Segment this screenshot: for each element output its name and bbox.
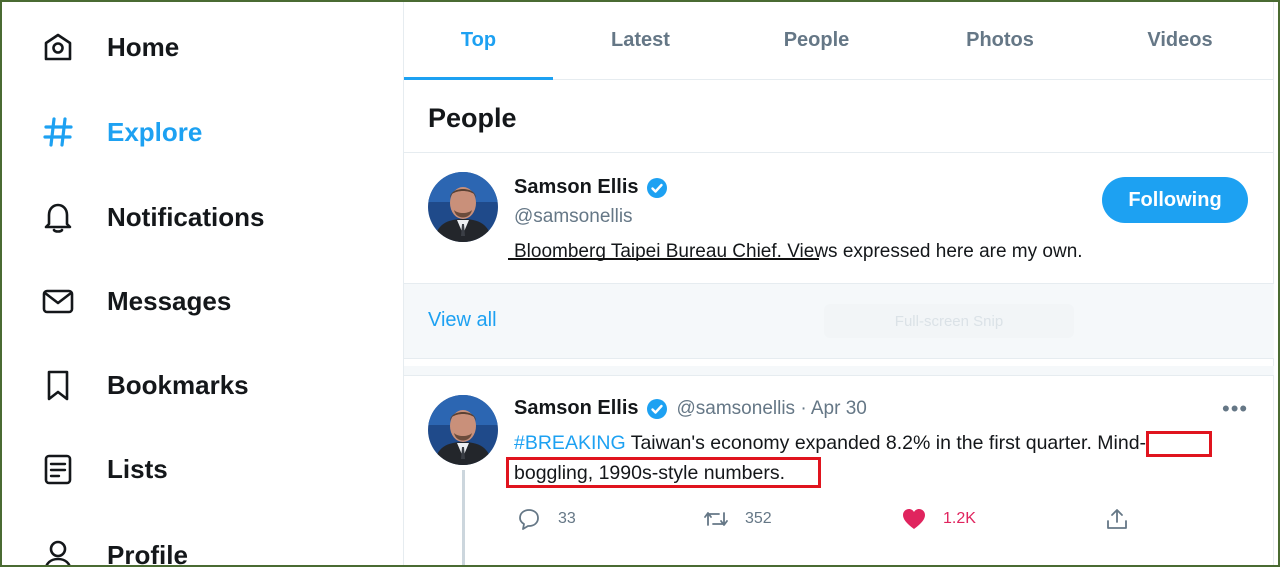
thread-line xyxy=(462,470,465,567)
divider xyxy=(404,152,1274,153)
search-results-column: Top Latest People Photos Videos People S… xyxy=(404,0,1274,567)
more-options-icon[interactable]: ••• xyxy=(1222,396,1248,422)
sidebar-item-home[interactable]: Home xyxy=(40,22,179,72)
bookmark-icon xyxy=(40,367,76,403)
tweet-text-line1: #BREAKING Taiwan's economy expanded 8.2%… xyxy=(514,432,1146,455)
sidebar: Home Explore Notifications Messages Book… xyxy=(0,0,404,567)
sidebar-item-label: Bookmarks xyxy=(107,369,249,400)
highlight-box xyxy=(1146,431,1212,457)
hashtag-icon xyxy=(40,114,76,150)
heart-icon xyxy=(901,506,927,532)
sidebar-item-explore[interactable]: Explore xyxy=(40,107,202,157)
section-title: People xyxy=(428,103,517,133)
retweet-button[interactable]: 352 xyxy=(703,506,772,532)
list-icon xyxy=(40,451,76,487)
retweet-icon xyxy=(703,506,729,532)
user-name-text: Samson Ellis xyxy=(514,176,639,198)
hashtag-link[interactable]: #BREAKING xyxy=(514,432,626,454)
sidebar-item-label: Explore xyxy=(107,116,203,147)
verified-badge-icon xyxy=(646,398,668,420)
reply-button[interactable]: 33 xyxy=(516,506,576,532)
reply-count: 33 xyxy=(558,510,576,527)
sidebar-item-label: Notifications xyxy=(107,201,265,232)
view-all-row: View all Full-screen Snip xyxy=(404,283,1274,359)
sidebar-item-profile[interactable]: Profile xyxy=(40,530,188,567)
annotation-underline xyxy=(508,258,819,260)
sidebar-item-notifications[interactable]: Notifications xyxy=(40,192,264,242)
divider xyxy=(404,366,1274,376)
tweet-author-name[interactable]: Samson Ellis xyxy=(514,397,639,420)
share-icon xyxy=(1104,506,1130,532)
sidebar-item-label: Home xyxy=(107,31,180,62)
search-tabs: Top Latest People Photos Videos xyxy=(404,0,1274,80)
sidebar-item-label: Messages xyxy=(107,285,232,316)
share-button[interactable] xyxy=(1104,506,1146,532)
tab-top[interactable]: Top xyxy=(404,0,553,80)
sidebar-item-messages[interactable]: Messages xyxy=(40,276,231,326)
highlight-box xyxy=(506,457,821,488)
snip-overlay: Full-screen Snip xyxy=(824,304,1074,338)
reply-icon xyxy=(516,506,542,532)
like-count: 1.2K xyxy=(943,510,976,527)
tweet-avatar[interactable] xyxy=(428,395,498,465)
avatar[interactable] xyxy=(428,172,498,242)
sidebar-item-bookmarks[interactable]: Bookmarks xyxy=(40,360,249,410)
tab-latest[interactable]: Latest xyxy=(553,0,728,80)
profile-icon xyxy=(40,537,76,567)
view-all-link[interactable]: View all xyxy=(428,309,497,332)
tweet-meta[interactable]: @samsonellis · Apr 30 xyxy=(677,398,867,420)
tweet-text: Taiwan's economy expanded 8.2% in the fi… xyxy=(630,432,1147,454)
sidebar-item-label: Lists xyxy=(107,453,168,484)
envelope-icon xyxy=(40,283,76,319)
user-handle[interactable]: @samsonellis xyxy=(514,206,633,228)
home-icon xyxy=(40,29,76,65)
bell-icon xyxy=(40,199,76,235)
tab-videos[interactable]: Videos xyxy=(1095,0,1265,80)
tab-photos[interactable]: Photos xyxy=(905,0,1095,80)
sidebar-item-label: Profile xyxy=(107,539,188,567)
user-name[interactable]: Samson Ellis xyxy=(514,176,668,199)
like-button[interactable]: 1.2K xyxy=(901,506,976,532)
verified-badge-icon xyxy=(646,177,668,199)
tab-people[interactable]: People xyxy=(728,0,905,80)
following-button[interactable]: Following xyxy=(1102,177,1248,223)
sidebar-item-lists[interactable]: Lists xyxy=(40,444,168,494)
retweet-count: 352 xyxy=(745,510,772,527)
tweet-header: Samson Ellis @samsonellis · Apr 30 xyxy=(514,397,867,420)
